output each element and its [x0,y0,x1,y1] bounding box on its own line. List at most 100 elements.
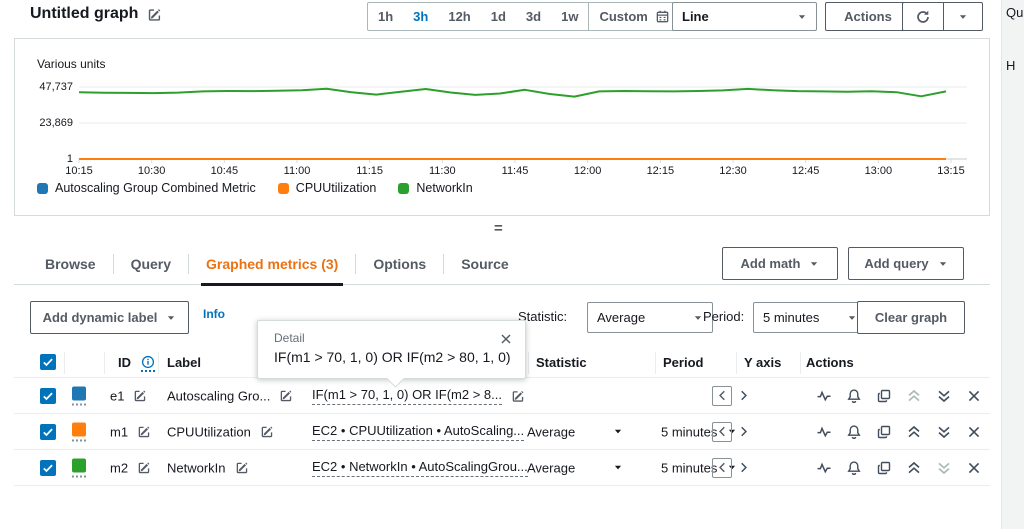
x-tick-label: 11:15 [356,165,384,177]
tab-source[interactable]: Source [444,243,525,285]
close-icon[interactable] [966,460,982,476]
time-range-1h[interactable]: 1h [368,3,403,30]
chevrons-down-icon [936,460,952,476]
column-header-actions: Actions [806,355,854,370]
tab-browse[interactable]: Browse [28,243,113,285]
copy-icon[interactable] [876,388,892,404]
y-axis-right-button[interactable] [737,461,750,474]
time-range-12h[interactable]: 12h [438,3,480,30]
edit-icon[interactable] [260,425,274,439]
chevrons-up-icon[interactable] [906,424,922,440]
edit-icon[interactable] [279,389,293,403]
chevrons-up-icon [906,388,922,404]
metric-details-cell: EC2 • NetworkIn • AutoScalingGrou... [312,459,528,477]
chevron-left-icon [716,425,729,438]
close-icon[interactable] [966,424,982,440]
metric-id: m2 [110,460,129,475]
resize-handle[interactable]: = [494,220,503,237]
add-dynamic-label-button[interactable]: Add dynamic label [30,301,189,334]
metric-label-cell: CPUUtilization [167,424,274,439]
right-panel-text: H [1006,58,1016,73]
bell-icon[interactable] [846,424,862,440]
close-icon[interactable] [966,388,982,404]
series-color-swatch[interactable] [72,458,86,477]
y-axis-left-button[interactable] [712,421,732,442]
metric-label-cell: Autoscaling Gro... [167,388,293,403]
time-range-3h[interactable]: 3h [403,3,438,30]
right-panel-text: Qu [1006,5,1024,20]
column-header-period: Period [663,355,704,370]
chevrons-up-icon[interactable] [906,460,922,476]
graph-title-text: Untitled graph [30,5,139,22]
row-actions [816,460,982,476]
edit-icon[interactable] [235,461,249,475]
x-tick-label: 10:45 [210,165,239,177]
y-axis-left-button[interactable] [712,457,732,478]
period-select[interactable]: 5 minutes [753,302,867,333]
column-header-y-axis: Y axis [744,355,782,370]
chevrons-down-icon[interactable] [936,388,952,404]
row-checkbox[interactable] [40,459,56,476]
graph-type-select[interactable]: Line [672,2,817,31]
row-statistic-select[interactable]: Average [527,460,623,475]
chevrons-down-icon[interactable] [936,424,952,440]
y-axis-right-button[interactable] [737,389,750,402]
add-math-button[interactable]: Add math [722,247,838,280]
y-axis-left-button[interactable] [712,385,732,406]
metric-details[interactable]: EC2 • CPUUtilization • AutoScaling... [312,423,525,441]
row-actions [816,388,982,404]
info-link[interactable]: Info [203,307,225,321]
y-tick-label: 23,869 [39,117,73,129]
refresh-button[interactable] [903,3,943,30]
add-query-button[interactable]: Add query [848,247,964,280]
metric-details[interactable]: IF(m1 > 70, 1, 0) OR IF(m2 > 8... [312,387,502,405]
edit-icon[interactable] [137,425,151,439]
series-color-swatch[interactable] [72,422,86,441]
legend-item[interactable]: CPUUtilization [277,181,376,195]
tab-options[interactable]: Options [356,243,443,285]
statistic-select[interactable]: Average [587,302,713,333]
legend-item[interactable]: NetworkIn [398,181,473,195]
tab-query[interactable]: Query [114,243,188,285]
row-statistic-select[interactable]: Average [527,424,623,439]
column-header-id: ID [118,355,131,370]
x-tick-label: 12:30 [719,165,747,177]
time-range-custom[interactable]: Custom [588,3,679,30]
y-axis-right-button[interactable] [737,425,750,438]
legend-swatch [398,182,410,194]
tab-graphed-metrics[interactable]: Graphed metrics (3) [189,243,355,286]
metric-label-cell: NetworkIn [167,460,249,475]
row-checkbox[interactable] [40,387,56,404]
legend-item[interactable]: Autoscaling Group Combined Metric [37,181,256,195]
copy-icon[interactable] [876,460,892,476]
pulse-icon[interactable] [816,424,832,440]
time-range-1d[interactable]: 1d [481,3,516,30]
bell-icon[interactable] [846,388,862,404]
metric-details[interactable]: EC2 • NetworkIn • AutoScalingGrou... [312,459,528,477]
copy-icon[interactable] [876,424,892,440]
bell-icon[interactable] [846,460,862,476]
x-tick-label: 11:00 [283,165,311,177]
clear-graph-button[interactable]: Clear graph [857,301,965,334]
time-range-1w[interactable]: 1w [551,3,588,30]
pulse-icon[interactable] [816,388,832,404]
refresh-options-button[interactable] [943,3,982,30]
id-info[interactable] [141,355,155,372]
calendar-icon [655,9,670,24]
series-color-swatch[interactable] [72,386,86,405]
edit-icon[interactable] [147,7,162,22]
metric-id-cell: m1 [110,424,151,439]
edit-icon[interactable] [137,461,151,475]
caret-down-icon [847,313,857,323]
edit-icon[interactable] [133,389,147,403]
close-icon[interactable] [499,332,513,346]
time-range-3d[interactable]: 3d [516,3,551,30]
right-side-panel: Qu H [1001,0,1024,529]
row-checkbox[interactable] [40,423,56,440]
x-tick-label: 12:45 [791,165,820,177]
edit-icon[interactable] [511,389,525,403]
table-row-m2: m2 NetworkIn EC2 • NetworkIn • AutoScali… [14,450,990,486]
pulse-icon[interactable] [816,460,832,476]
x-tick-label: 12:15 [646,165,675,177]
select-all-checkbox[interactable] [40,354,56,370]
